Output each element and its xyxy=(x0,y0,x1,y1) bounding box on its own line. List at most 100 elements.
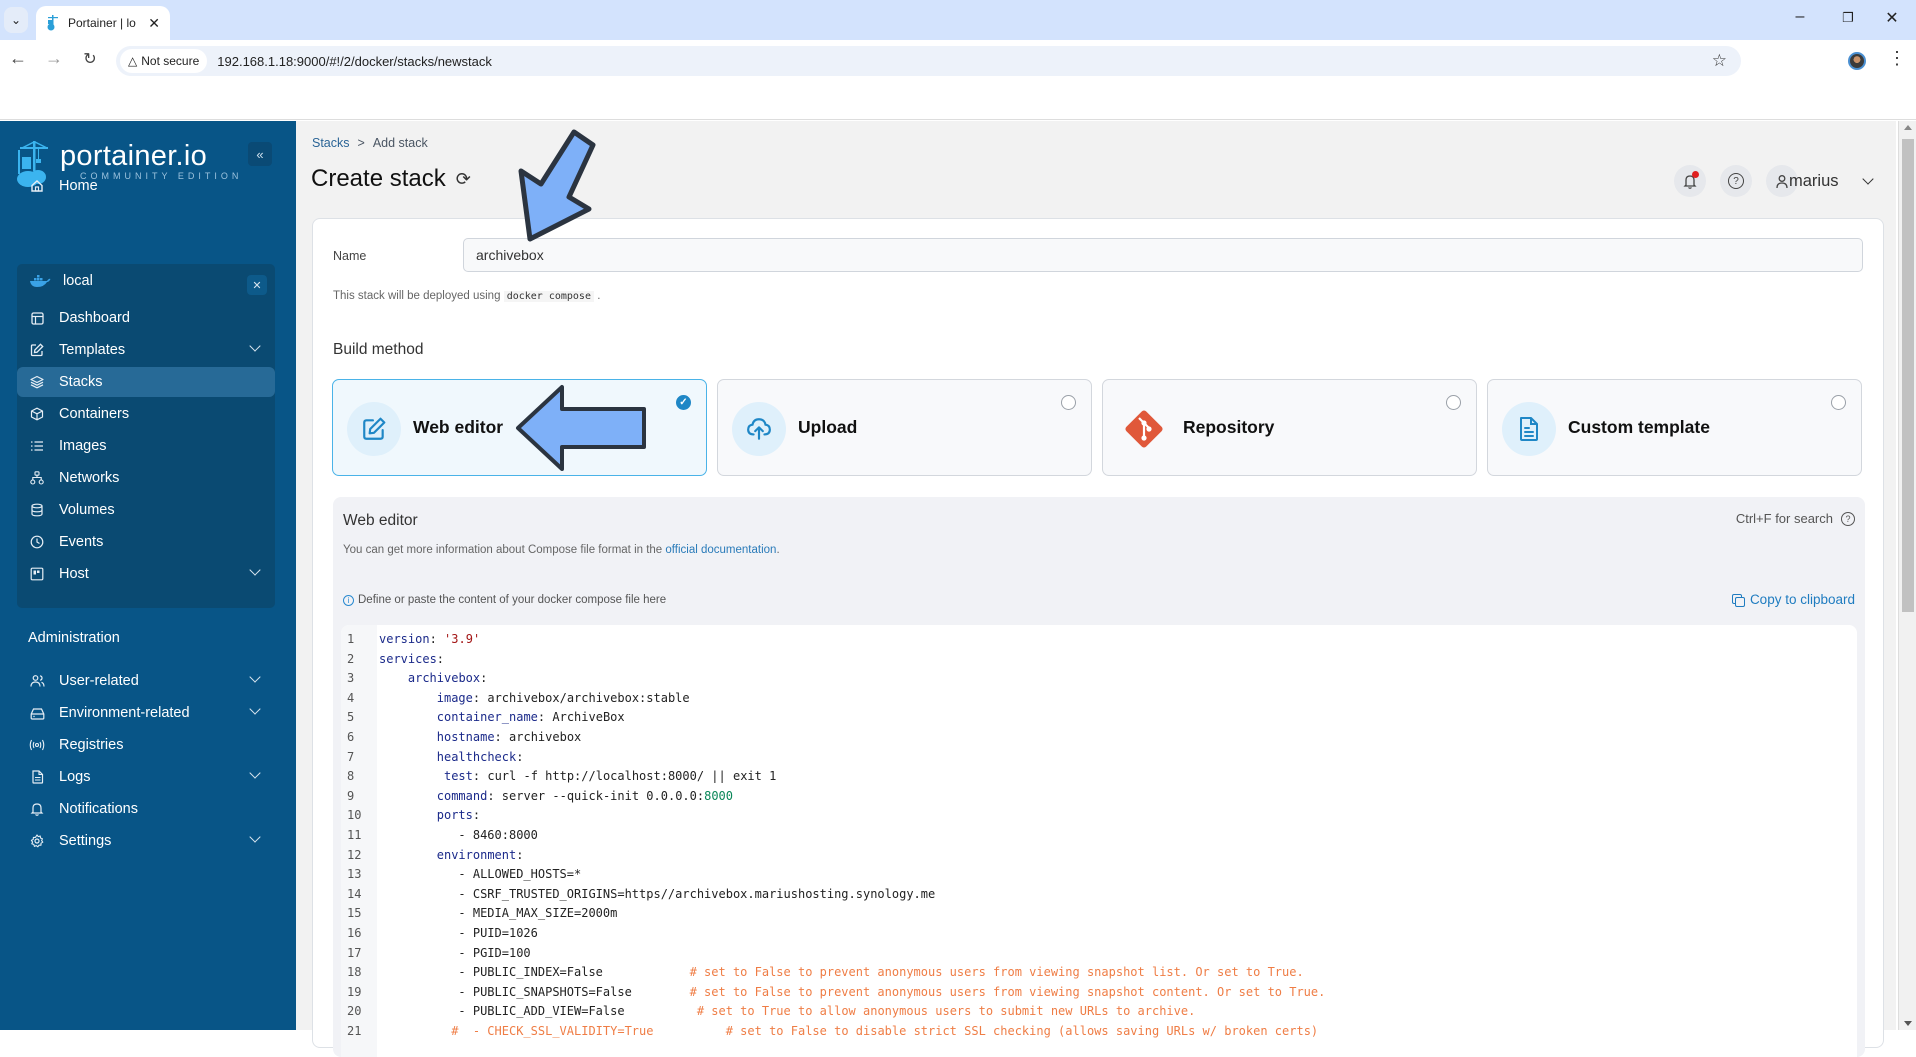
database-icon xyxy=(29,502,45,518)
help-button[interactable]: ? xyxy=(1720,165,1752,197)
line-number: 2 xyxy=(347,651,355,666)
close-environment-button[interactable]: ✕ xyxy=(247,275,267,295)
yaml-colon: : xyxy=(480,671,488,686)
sidebar-item-logs[interactable]: Logs xyxy=(17,762,275,792)
profile-avatar[interactable] xyxy=(1848,52,1866,70)
code-text: - PUBLIC_SNAPSHOTS=False # set to False … xyxy=(458,983,1325,1003)
chevron-down-icon[interactable] xyxy=(249,340,261,352)
web-editor-panel: Web editor Ctrl+F for search ? You can g… xyxy=(333,497,1865,1057)
help-icon[interactable]: ? xyxy=(1841,511,1855,526)
sidebar-item-home[interactable]: Home xyxy=(17,171,275,201)
radio-unchecked-icon[interactable] xyxy=(1831,395,1846,410)
line-number: 8 xyxy=(347,769,355,784)
sidebar-item-images[interactable]: Images xyxy=(17,431,275,461)
browser-menu-icon[interactable]: ⋮ xyxy=(1888,48,1906,69)
logo-text: portainer.io xyxy=(60,140,208,172)
sidebar-item-host[interactable]: Host xyxy=(17,559,275,589)
page-title: Create stack ⟳ xyxy=(311,165,471,193)
environment-header[interactable]: local xyxy=(17,264,275,298)
yaml-key: archivebox xyxy=(407,671,481,686)
radio-unchecked-icon[interactable] xyxy=(1446,395,1461,410)
radio-unchecked-icon[interactable] xyxy=(1061,395,1076,410)
radio-checked-icon[interactable]: ✓ xyxy=(676,395,691,410)
sidebar-item-notifications[interactable]: Notifications xyxy=(17,794,275,824)
chevron-down-icon[interactable] xyxy=(249,831,261,843)
create-stack-form: Name This stack will be deployed using d… xyxy=(312,218,1884,1057)
back-icon[interactable]: ← xyxy=(6,48,30,69)
url-text[interactable]: 192.168.1.18:9000/#!/2/docker/stacks/new… xyxy=(217,54,492,69)
copy-to-clipboard-button[interactable]: Copy to clipboard xyxy=(1731,592,1855,607)
security-chip[interactable]: △ Not secure xyxy=(120,49,208,73)
sidebar-item-environment-related[interactable]: Environment-related xyxy=(17,698,275,728)
sidebar-item-label: Stacks xyxy=(59,374,103,390)
breadcrumb: Stacks > Add stack xyxy=(312,136,428,150)
sidebar-item-containers[interactable]: Containers xyxy=(17,399,275,429)
sidebar-item-label: Volumes xyxy=(59,502,115,518)
chevron-down-icon[interactable] xyxy=(249,671,261,683)
official-documentation-link[interactable]: official documentation xyxy=(665,544,776,556)
portainer-favicon-icon xyxy=(46,15,60,31)
collapse-sidebar-button[interactable]: « xyxy=(248,142,272,166)
line-number: 14 xyxy=(347,886,362,901)
chevron-down-icon[interactable] xyxy=(1862,173,1874,185)
chevron-down-icon[interactable] xyxy=(249,767,261,779)
sidebar-item-settings[interactable]: Settings xyxy=(17,826,275,856)
yaml-list-item: - PUID=1026 xyxy=(458,926,538,940)
code-text: healthcheck: xyxy=(437,748,524,768)
close-tab-icon[interactable]: ✕ xyxy=(148,15,160,32)
browser-tab[interactable]: Portainer | lo ✕ xyxy=(36,6,170,40)
yaml-value: archivebox xyxy=(509,730,582,744)
close-window-icon[interactable]: ✕ xyxy=(1872,8,1912,28)
reload-icon[interactable]: ↻ xyxy=(78,49,102,69)
sidebar-item-networks[interactable]: Networks xyxy=(17,463,275,493)
yaml-colon: : xyxy=(429,632,437,646)
forward-icon[interactable]: → xyxy=(42,48,66,69)
breadcrumb-stacks-link[interactable]: Stacks xyxy=(312,136,350,150)
sidebar-item-dashboard[interactable]: Dashboard xyxy=(17,303,275,333)
tab-list-button[interactable]: ⌄ xyxy=(4,7,28,33)
page-scrollbar[interactable] xyxy=(1898,121,1916,1030)
line-number: 17 xyxy=(347,945,362,960)
address-bar[interactable]: △ Not secure 192.168.1.18:9000/#!/2/dock… xyxy=(116,46,1741,76)
sidebar-item-events[interactable]: Events xyxy=(17,527,275,557)
minimize-icon[interactable]: – xyxy=(1780,8,1820,26)
yaml-key: image xyxy=(436,690,473,705)
yaml-colon: : xyxy=(516,847,524,862)
sidebar-item-registries[interactable]: Registries xyxy=(17,730,275,760)
build-method-upload[interactable]: Upload xyxy=(717,379,1092,476)
code-line: 10 ports: xyxy=(341,806,1857,826)
build-method-custom-template[interactable]: Custom template xyxy=(1487,379,1862,476)
sidebar-item-user-related[interactable]: User-related xyxy=(17,666,275,696)
scroll-up-arrow-icon[interactable] xyxy=(1904,125,1912,130)
stack-name-input[interactable] xyxy=(463,238,1863,272)
yaml-list-item: - ALLOWED_HOSTS=* xyxy=(458,867,582,882)
refresh-icon[interactable]: ⟳ xyxy=(456,169,471,190)
git-icon xyxy=(1117,402,1171,456)
line-number: 16 xyxy=(347,926,362,940)
upload-cloud-icon xyxy=(732,402,786,456)
yaml-key: services xyxy=(379,651,437,666)
build-method-repository[interactable]: Repository xyxy=(1102,379,1477,476)
restore-icon[interactable]: ❐ xyxy=(1828,10,1868,26)
bookmark-star-icon[interactable]: ☆ xyxy=(1712,51,1727,71)
chevron-down-icon: ⌄ xyxy=(10,13,22,27)
page-scrollbar-thumb[interactable] xyxy=(1902,139,1914,612)
sidebar-item-stacks[interactable]: Stacks xyxy=(17,367,275,397)
chevron-down-icon[interactable] xyxy=(249,703,261,715)
chevron-down-icon[interactable] xyxy=(249,564,261,576)
code-text: - 8460:8000 xyxy=(458,826,537,846)
code-text: # - CHECK_SSL_VALIDITY=True # set to Fal… xyxy=(451,1022,1318,1042)
sidebar-item-templates[interactable]: Templates xyxy=(17,335,275,365)
sidebar-item-volumes[interactable]: Volumes xyxy=(17,495,275,525)
user-name[interactable]: marius xyxy=(1789,172,1839,191)
code-line: 21 # - CHECK_SSL_VALIDITY=True # set to F… xyxy=(341,1022,1857,1042)
line-number: 6 xyxy=(347,730,355,744)
build-method-label: Upload xyxy=(798,417,858,437)
sidebar-item-label: Notifications xyxy=(59,801,138,817)
notifications-button[interactable] xyxy=(1674,165,1706,197)
file-text-icon xyxy=(1502,402,1556,456)
scroll-down-arrow-icon[interactable] xyxy=(1904,1021,1912,1026)
user-icon xyxy=(1776,174,1788,188)
code-editor[interactable]: 1 version: '3.9' 2 services: 3 archivebox: 4 im… xyxy=(341,625,1857,1057)
line-number: 1 xyxy=(347,632,355,646)
